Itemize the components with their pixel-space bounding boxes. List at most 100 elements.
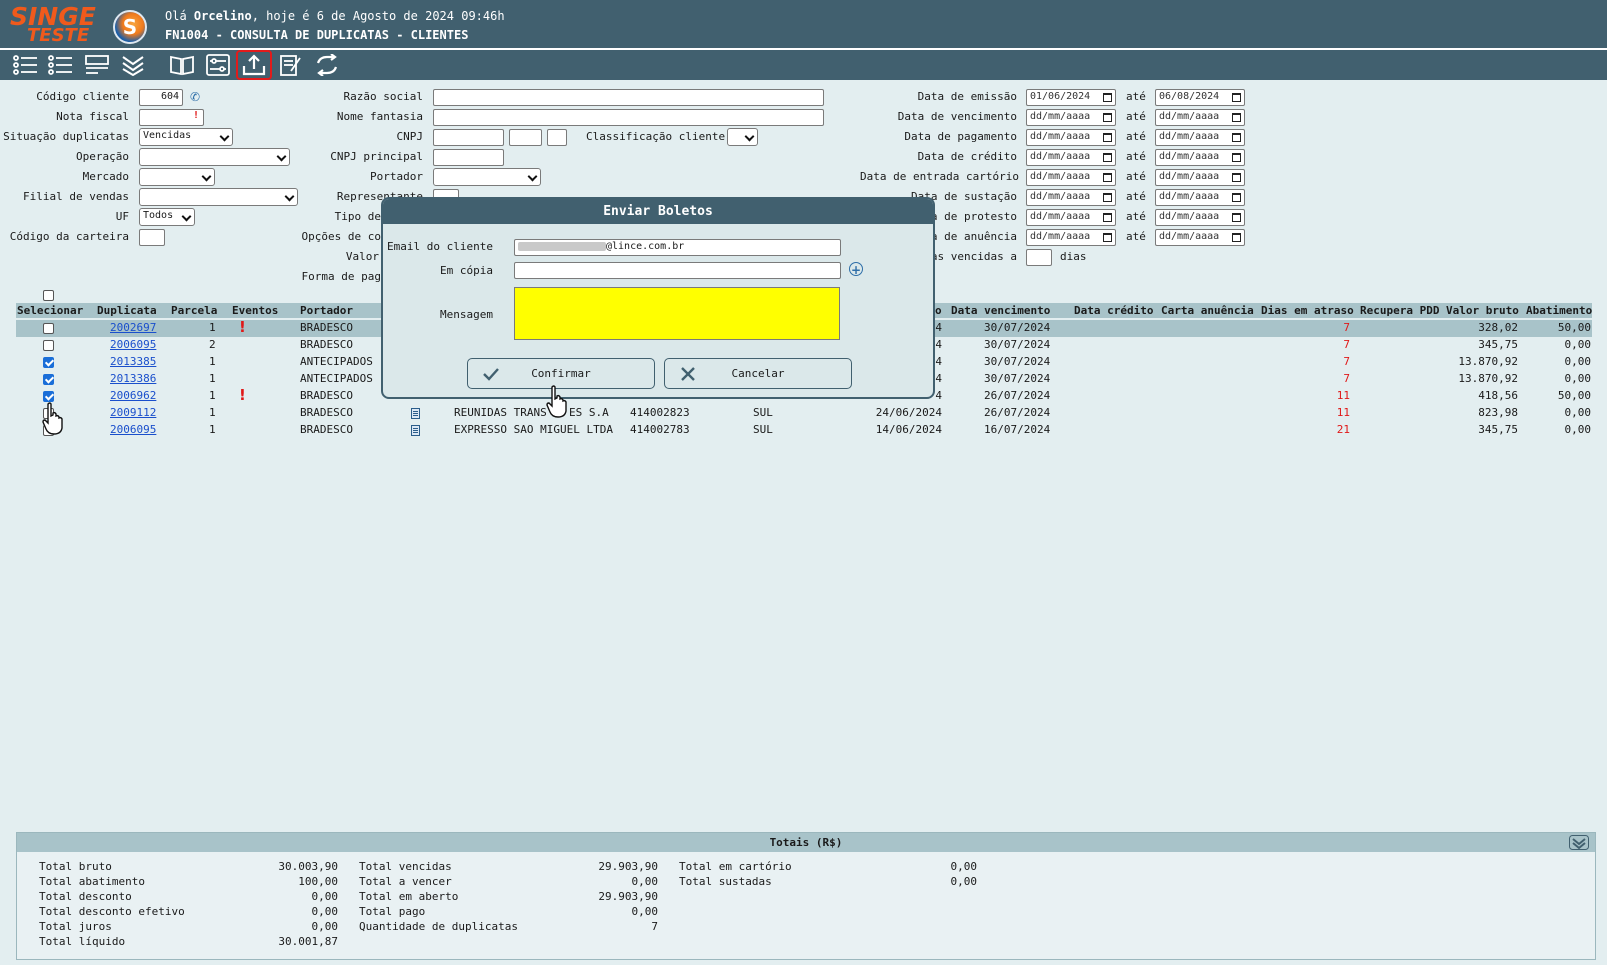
table-row[interactable] — [16, 405, 1592, 422]
date-from-input[interactable]: 01/06/2024 — [1026, 89, 1116, 106]
book-icon[interactable] — [167, 52, 197, 78]
col-recupera-pdd[interactable]: Recupera PDD — [1360, 304, 1439, 317]
cnpj-principal-input[interactable] — [433, 149, 504, 166]
total-value: 100,00 — [298, 875, 338, 888]
col-valor-bruto[interactable]: Valor bruto — [1446, 304, 1519, 317]
date-from-input[interactable]: dd/mm/aaaa — [1026, 189, 1116, 206]
email-cliente-input[interactable]: @lince.com.br — [514, 239, 841, 256]
vencidas-dias-input[interactable] — [1026, 249, 1052, 266]
cnpj-input-2[interactable] — [509, 129, 542, 146]
document-icon[interactable] — [411, 425, 420, 436]
col-parcela[interactable]: Parcela — [171, 304, 217, 317]
em-copia-input[interactable] — [514, 262, 841, 279]
cnpj-input-3[interactable] — [547, 129, 567, 146]
refresh-icon[interactable] — [312, 52, 342, 78]
date-from-input[interactable]: dd/mm/aaaa — [1026, 109, 1116, 126]
duplicata-link[interactable]: 2006962 — [110, 389, 156, 402]
calendar-icon — [1232, 233, 1241, 242]
operacao-select[interactable] — [139, 148, 290, 166]
duplicata-link[interactable]: 2013385 — [110, 355, 156, 368]
calendar-icon — [1232, 213, 1241, 222]
col-dias-atraso[interactable]: Dias em atraso — [1261, 304, 1354, 317]
cancelar-button[interactable]: Cancelar — [664, 358, 852, 389]
valor-bruto-cell: 13.870,92 — [1458, 372, 1518, 385]
total-value: 29.903,90 — [598, 890, 658, 903]
edit-document-icon[interactable] — [276, 52, 306, 78]
portador-select[interactable] — [433, 168, 541, 186]
date-to-input[interactable]: 06/08/2024 — [1155, 89, 1245, 106]
calendar-icon — [1232, 133, 1241, 142]
date-to-input[interactable]: dd/mm/aaaa — [1155, 169, 1245, 186]
col-data-vencimento[interactable]: Data vencimento — [951, 304, 1050, 317]
duplicata-link[interactable]: 2009112 — [110, 406, 156, 419]
duplicata-link[interactable]: 2006095 — [110, 423, 156, 436]
parcela-cell: 1 — [209, 389, 216, 402]
row-select-checkbox[interactable] — [43, 357, 54, 368]
duplicata-link[interactable]: 2002697 — [110, 321, 156, 334]
alert-icon[interactable]: ! — [239, 318, 246, 336]
list-icon[interactable] — [10, 52, 40, 78]
row-select-checkbox[interactable] — [43, 340, 54, 351]
valor-label: Valor — [345, 250, 379, 263]
col-data-emissao[interactable]: o — [935, 304, 942, 317]
col-data-credito[interactable]: Data crédito — [1074, 304, 1153, 317]
date-from-input[interactable]: dd/mm/aaaa — [1026, 169, 1116, 186]
classificacao-cliente-select[interactable] — [727, 128, 758, 146]
cnpj-principal-label: CNPJ principal — [330, 150, 423, 163]
duplicata-link[interactable]: 2013386 — [110, 372, 156, 385]
date-from-input[interactable]: dd/mm/aaaa — [1026, 129, 1116, 146]
uf-select[interactable]: Todos — [139, 208, 195, 226]
cnpj-input-1[interactable] — [433, 129, 504, 146]
date-to-input[interactable]: dd/mm/aaaa — [1155, 149, 1245, 166]
calendar-icon — [1232, 153, 1241, 162]
col-abatimento[interactable]: Abatimento — [1526, 304, 1592, 317]
calendar-icon — [1232, 193, 1241, 202]
collapse-icon[interactable] — [1569, 835, 1589, 850]
portador-cell: BRADESCO — [300, 338, 353, 351]
date-to-input[interactable]: dd/mm/aaaa — [1155, 229, 1245, 246]
nota-fiscal-input[interactable]: ! — [139, 109, 204, 126]
date-to-input[interactable]: dd/mm/aaaa — [1155, 129, 1245, 146]
col-selecionar[interactable]: Selecionar — [17, 304, 83, 317]
row-select-checkbox[interactable] — [43, 391, 54, 402]
select-all-checkbox[interactable] — [43, 290, 54, 301]
date-to-input[interactable]: dd/mm/aaaa — [1155, 209, 1245, 226]
uf-label: UF — [115, 210, 129, 223]
codigo-cliente-input[interactable]: 604 — [139, 89, 183, 106]
row-select-checkbox[interactable] — [43, 374, 54, 385]
codigo-carteira-input[interactable] — [139, 229, 165, 246]
checklist-icon[interactable] — [45, 52, 75, 78]
col-duplicata[interactable]: Duplicata — [97, 304, 157, 317]
mensagem-textarea[interactable] — [514, 287, 840, 340]
col-eventos[interactable]: Eventos — [232, 304, 278, 317]
col-portador[interactable]: Portador — [300, 304, 353, 317]
razao-social-input[interactable] — [433, 89, 824, 106]
dias-atraso-cell: 11 — [1336, 406, 1350, 419]
valor-bruto-cell: 345,75 — [1478, 338, 1518, 351]
table-row[interactable] — [16, 422, 1592, 439]
date-to-input[interactable]: dd/mm/aaaa — [1155, 109, 1245, 126]
row-select-checkbox[interactable] — [43, 323, 54, 334]
add-copy-icon[interactable]: + — [849, 262, 863, 277]
nome-fantasia-input[interactable] — [433, 109, 824, 126]
greeting-text: Olá Orcelino, hoje é 6 de Agosto de 2024… — [165, 9, 505, 23]
filter-settings-icon[interactable] — [203, 52, 233, 78]
duplicata-link[interactable]: 2006095 — [110, 338, 156, 351]
situacao-duplicatas-select[interactable]: Vencidas — [139, 128, 233, 146]
col-carta-anuencia[interactable]: Carta anuência — [1161, 304, 1254, 317]
tipo-label: Tipo de — [334, 210, 381, 223]
alert-icon[interactable]: ! — [239, 386, 246, 404]
filial-vendas-select[interactable] — [139, 188, 298, 206]
phone-icon[interactable]: ✆ — [190, 90, 204, 104]
date-filter-label: Data de pagamento — [904, 130, 1017, 143]
upload-icon[interactable] — [236, 50, 272, 80]
document-icon[interactable] — [411, 408, 420, 419]
date-from-input[interactable]: dd/mm/aaaa — [1026, 209, 1116, 226]
date-to-input[interactable]: dd/mm/aaaa — [1155, 189, 1245, 206]
mercado-select[interactable] — [139, 168, 215, 186]
date-from-input[interactable]: dd/mm/aaaa — [1026, 149, 1116, 166]
emissao-cell: 4 — [935, 321, 942, 334]
expand-down-icon[interactable] — [118, 52, 148, 78]
report-icon[interactable] — [82, 52, 112, 78]
date-from-input[interactable]: dd/mm/aaaa — [1026, 229, 1116, 246]
